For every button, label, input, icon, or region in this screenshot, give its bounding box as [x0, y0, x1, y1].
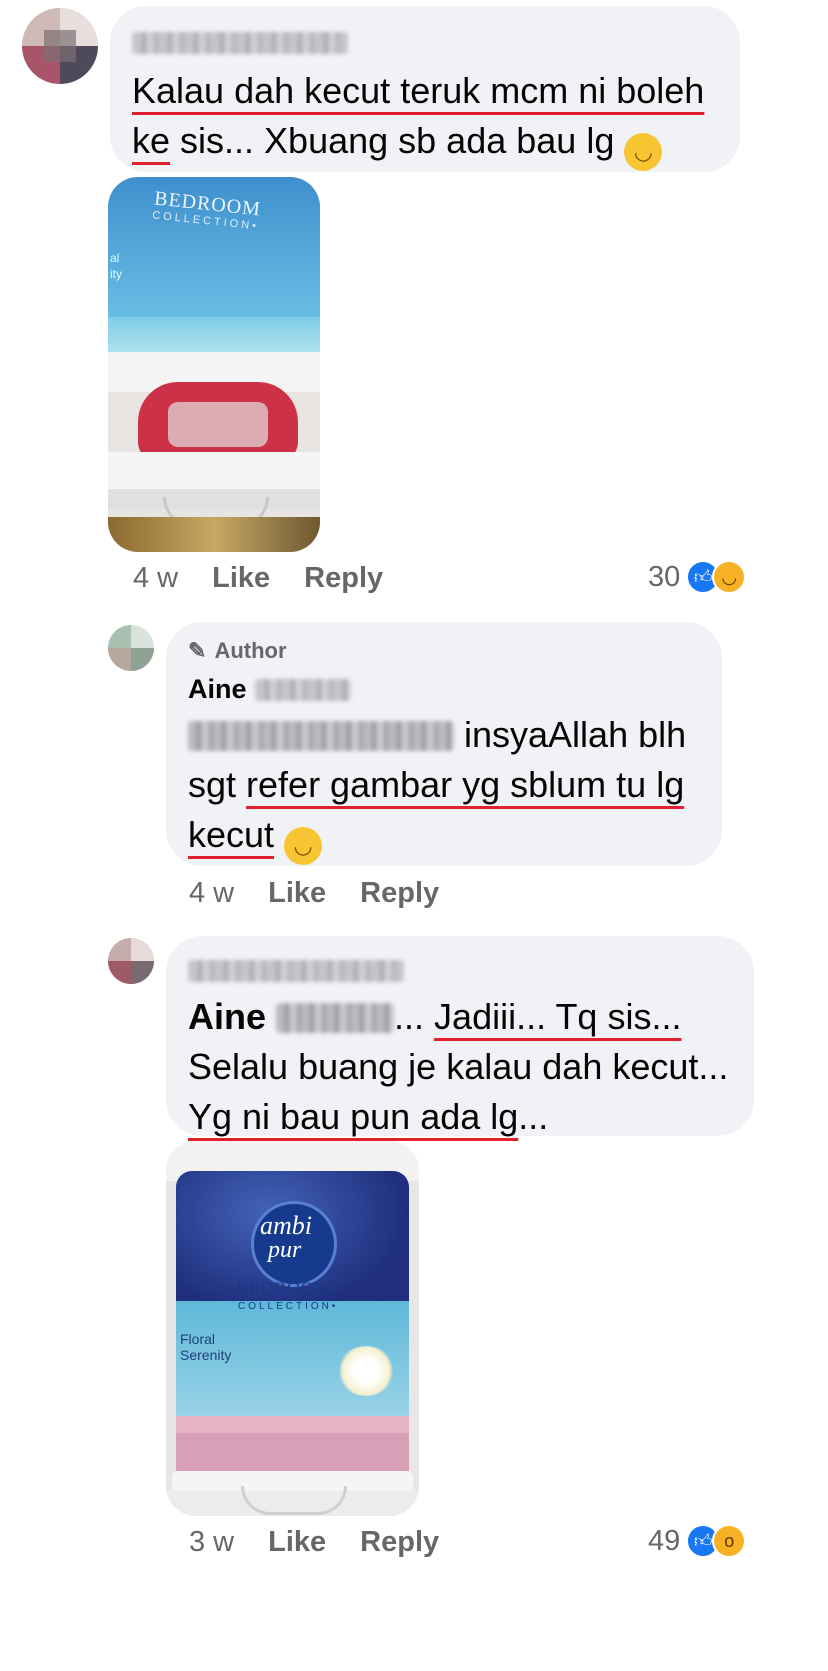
sweat-smile-emoji-icon: ◡: [284, 827, 323, 865]
mention-link[interactable]: Aine: [188, 996, 395, 1037]
grinning-emoji-icon: ◡: [624, 133, 663, 171]
comment-text: insyaAllah blh sgt refer gambar yg sblum…: [188, 710, 708, 865]
like-button[interactable]: Like: [268, 877, 326, 910]
timestamp[interactable]: 4 w: [133, 562, 178, 595]
comment-bubble: Aine ... Jadiii... Tq sis... Selalu buan…: [166, 936, 754, 1137]
comment-photo[interactable]: ambi pur BEDROOM COLLECTION• Floral Sere…: [166, 1141, 419, 1516]
pencil-icon: ✎: [188, 638, 207, 663]
avatar[interactable]: [108, 938, 154, 984]
comment-bubble: Kalau dah kecut teruk mcm ni boleh ke si…: [110, 6, 740, 172]
comment-meta: 3 w Like Reply: [189, 1526, 439, 1559]
avatar[interactable]: [22, 8, 98, 84]
reply-button[interactable]: Reply: [360, 877, 439, 910]
comment-meta: 4 w Like Reply: [189, 877, 439, 910]
reply-button[interactable]: Reply: [360, 1526, 439, 1559]
comment-text: Kalau dah kecut teruk mcm ni boleh ke si…: [132, 66, 732, 171]
photo-text: COLLECTION•: [238, 1301, 339, 1312]
like-button[interactable]: Like: [268, 1526, 326, 1559]
comment-meta: 4 w Like Reply: [133, 562, 383, 595]
comment-bubble: ✎ Author Aine insyaAllah blh sgt refer g…: [166, 622, 722, 866]
reply-button[interactable]: Reply: [304, 562, 383, 595]
commenter-name[interactable]: [188, 960, 404, 982]
reaction-count: 30: [648, 560, 681, 593]
photo-text: pur: [268, 1237, 302, 1263]
comment-text: Aine ... Jadiii... Tq sis... Selalu buan…: [188, 996, 729, 1137]
timestamp[interactable]: 4 w: [189, 877, 234, 910]
timestamp[interactable]: 3 w: [189, 1526, 234, 1559]
wow-icon: o: [712, 1524, 747, 1558]
reaction-count: 49: [648, 1524, 681, 1557]
reaction-summary[interactable]: 49 👍︎ o: [648, 1524, 747, 1558]
commenter-name[interactable]: Aine: [188, 674, 351, 705]
haha-icon: ◡: [712, 560, 747, 594]
like-button[interactable]: Like: [212, 562, 270, 595]
photo-text: BEDROOM: [236, 1279, 332, 1300]
reaction-summary[interactable]: 30 👍︎ ◡: [648, 560, 747, 594]
comment-photo[interactable]: BEDROOM COLLECTION• al ity: [108, 177, 320, 552]
commenter-name[interactable]: [132, 32, 348, 54]
avatar[interactable]: [108, 625, 154, 671]
author-badge: ✎ Author: [188, 638, 287, 663]
mention-link[interactable]: [188, 721, 454, 751]
